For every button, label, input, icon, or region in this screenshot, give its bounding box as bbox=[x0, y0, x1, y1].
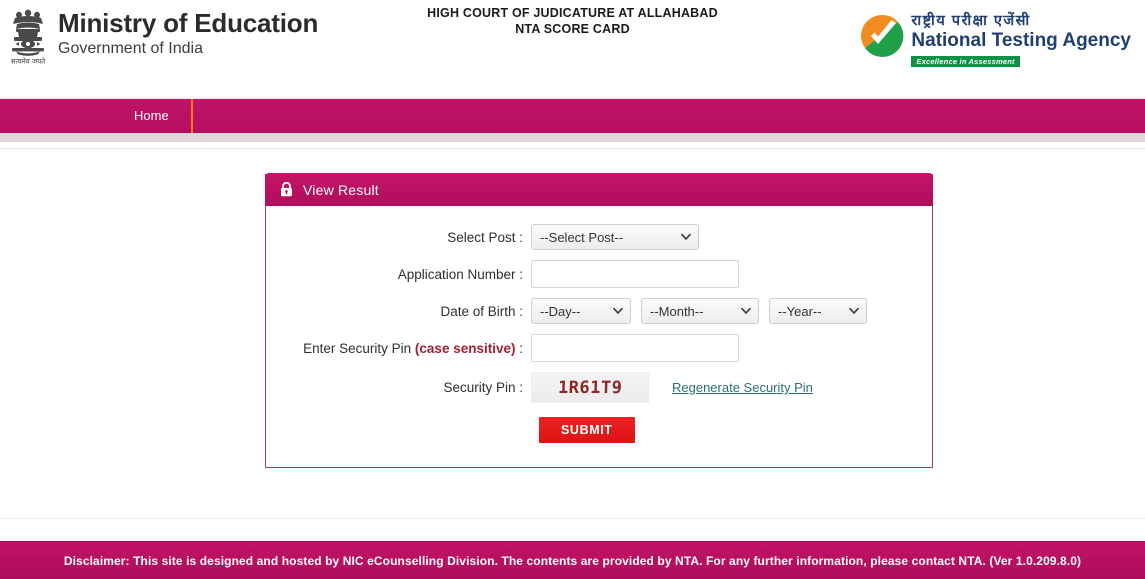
form-row-application-number: Application Number : bbox=[266, 260, 932, 288]
submit-spacer bbox=[266, 417, 531, 443]
nta-tagline: Excellence in Assessment bbox=[911, 56, 1020, 67]
nav-underband bbox=[0, 133, 1145, 142]
date-of-birth-label: Date of Birth : bbox=[440, 303, 523, 319]
nta-english-title: National Testing Agency bbox=[911, 30, 1131, 51]
nav-gap bbox=[0, 142, 1145, 149]
ministry-subtitle: Government of India bbox=[58, 40, 203, 57]
main-navbar: Home bbox=[0, 99, 1145, 133]
dob-day-dropdown[interactable]: --Day-- bbox=[531, 298, 631, 324]
form-row-security-pin: Security Pin : 1R61T9 Regenerate Securit… bbox=[266, 372, 932, 403]
enter-security-pin-label-main: Enter Security Pin bbox=[303, 340, 415, 356]
captcha-text: 1R61T9 bbox=[557, 377, 623, 398]
panel-body: Select Post : --Select Post-- Applicatio… bbox=[266, 206, 932, 467]
footer-spacer bbox=[0, 518, 1145, 541]
select-post-dropdown[interactable]: --Select Post-- bbox=[531, 224, 699, 250]
dob-year-wrapper: --Year-- bbox=[769, 298, 867, 324]
nta-branding: राष्ट्रीय परीक्षा एजेंसी National Testin… bbox=[860, 12, 1131, 67]
dob-year-dropdown[interactable]: --Year-- bbox=[769, 298, 867, 324]
nav-separator bbox=[190, 99, 193, 133]
form-row-enter-security-pin: Enter Security Pin (case sensitive) : bbox=[266, 334, 932, 362]
dob-month-wrapper: --Month-- bbox=[641, 298, 759, 324]
form-row-date-of-birth: Date of Birth : --Day-- --Month-- --Year… bbox=[266, 298, 932, 324]
lock-icon bbox=[281, 182, 292, 197]
view-result-panel: View Result Select Post : --Select Post-… bbox=[265, 173, 933, 468]
form-row-select-post: Select Post : --Select Post-- bbox=[266, 224, 932, 250]
submit-button[interactable]: SUBMIT bbox=[539, 417, 635, 443]
nav-item-home[interactable]: Home bbox=[112, 99, 191, 133]
ministry-branding: सत्यमेव जयते Ministry of Education Gover… bbox=[6, 6, 319, 68]
enter-security-pin-label-colon: : bbox=[515, 340, 523, 356]
nta-hindi-title: राष्ट्रीय परीक्षा एजेंसी bbox=[911, 13, 1031, 29]
site-footer: Disclaimer: This site is designed and ho… bbox=[0, 541, 1145, 579]
main-content: View Result Select Post : --Select Post-… bbox=[0, 149, 1145, 518]
panel-title: View Result bbox=[303, 181, 379, 198]
captcha-image: 1R61T9 bbox=[531, 372, 649, 403]
select-post-label: Select Post : bbox=[447, 229, 523, 245]
nta-logo-icon bbox=[861, 14, 904, 58]
application-number-label: Application Number : bbox=[397, 266, 523, 282]
regenerate-security-pin-link[interactable]: Regenerate Security Pin bbox=[672, 380, 813, 395]
case-sensitive-note: (case sensitive) bbox=[414, 340, 516, 356]
emblem-motto-text: सत्यमेव जयते bbox=[11, 57, 46, 66]
panel-header: View Result bbox=[265, 173, 933, 206]
enter-security-pin-label: Enter Security Pin (case sensitive) : bbox=[266, 341, 531, 356]
ministry-title: Ministry of Education bbox=[58, 8, 319, 38]
site-header: सत्यमेव जयते Ministry of Education Gover… bbox=[0, 0, 1145, 99]
security-pin-label: Security Pin : bbox=[443, 380, 523, 395]
select-post-wrapper: --Select Post-- bbox=[531, 224, 699, 250]
dob-day-wrapper: --Day-- bbox=[531, 298, 631, 324]
ashoka-emblem-icon: सत्यमेव जयते bbox=[11, 9, 46, 66]
dob-month-dropdown[interactable]: --Month-- bbox=[641, 298, 759, 324]
form-row-submit: SUBMIT bbox=[266, 417, 932, 443]
security-pin-input[interactable] bbox=[531, 334, 739, 362]
application-number-input[interactable] bbox=[531, 260, 739, 288]
